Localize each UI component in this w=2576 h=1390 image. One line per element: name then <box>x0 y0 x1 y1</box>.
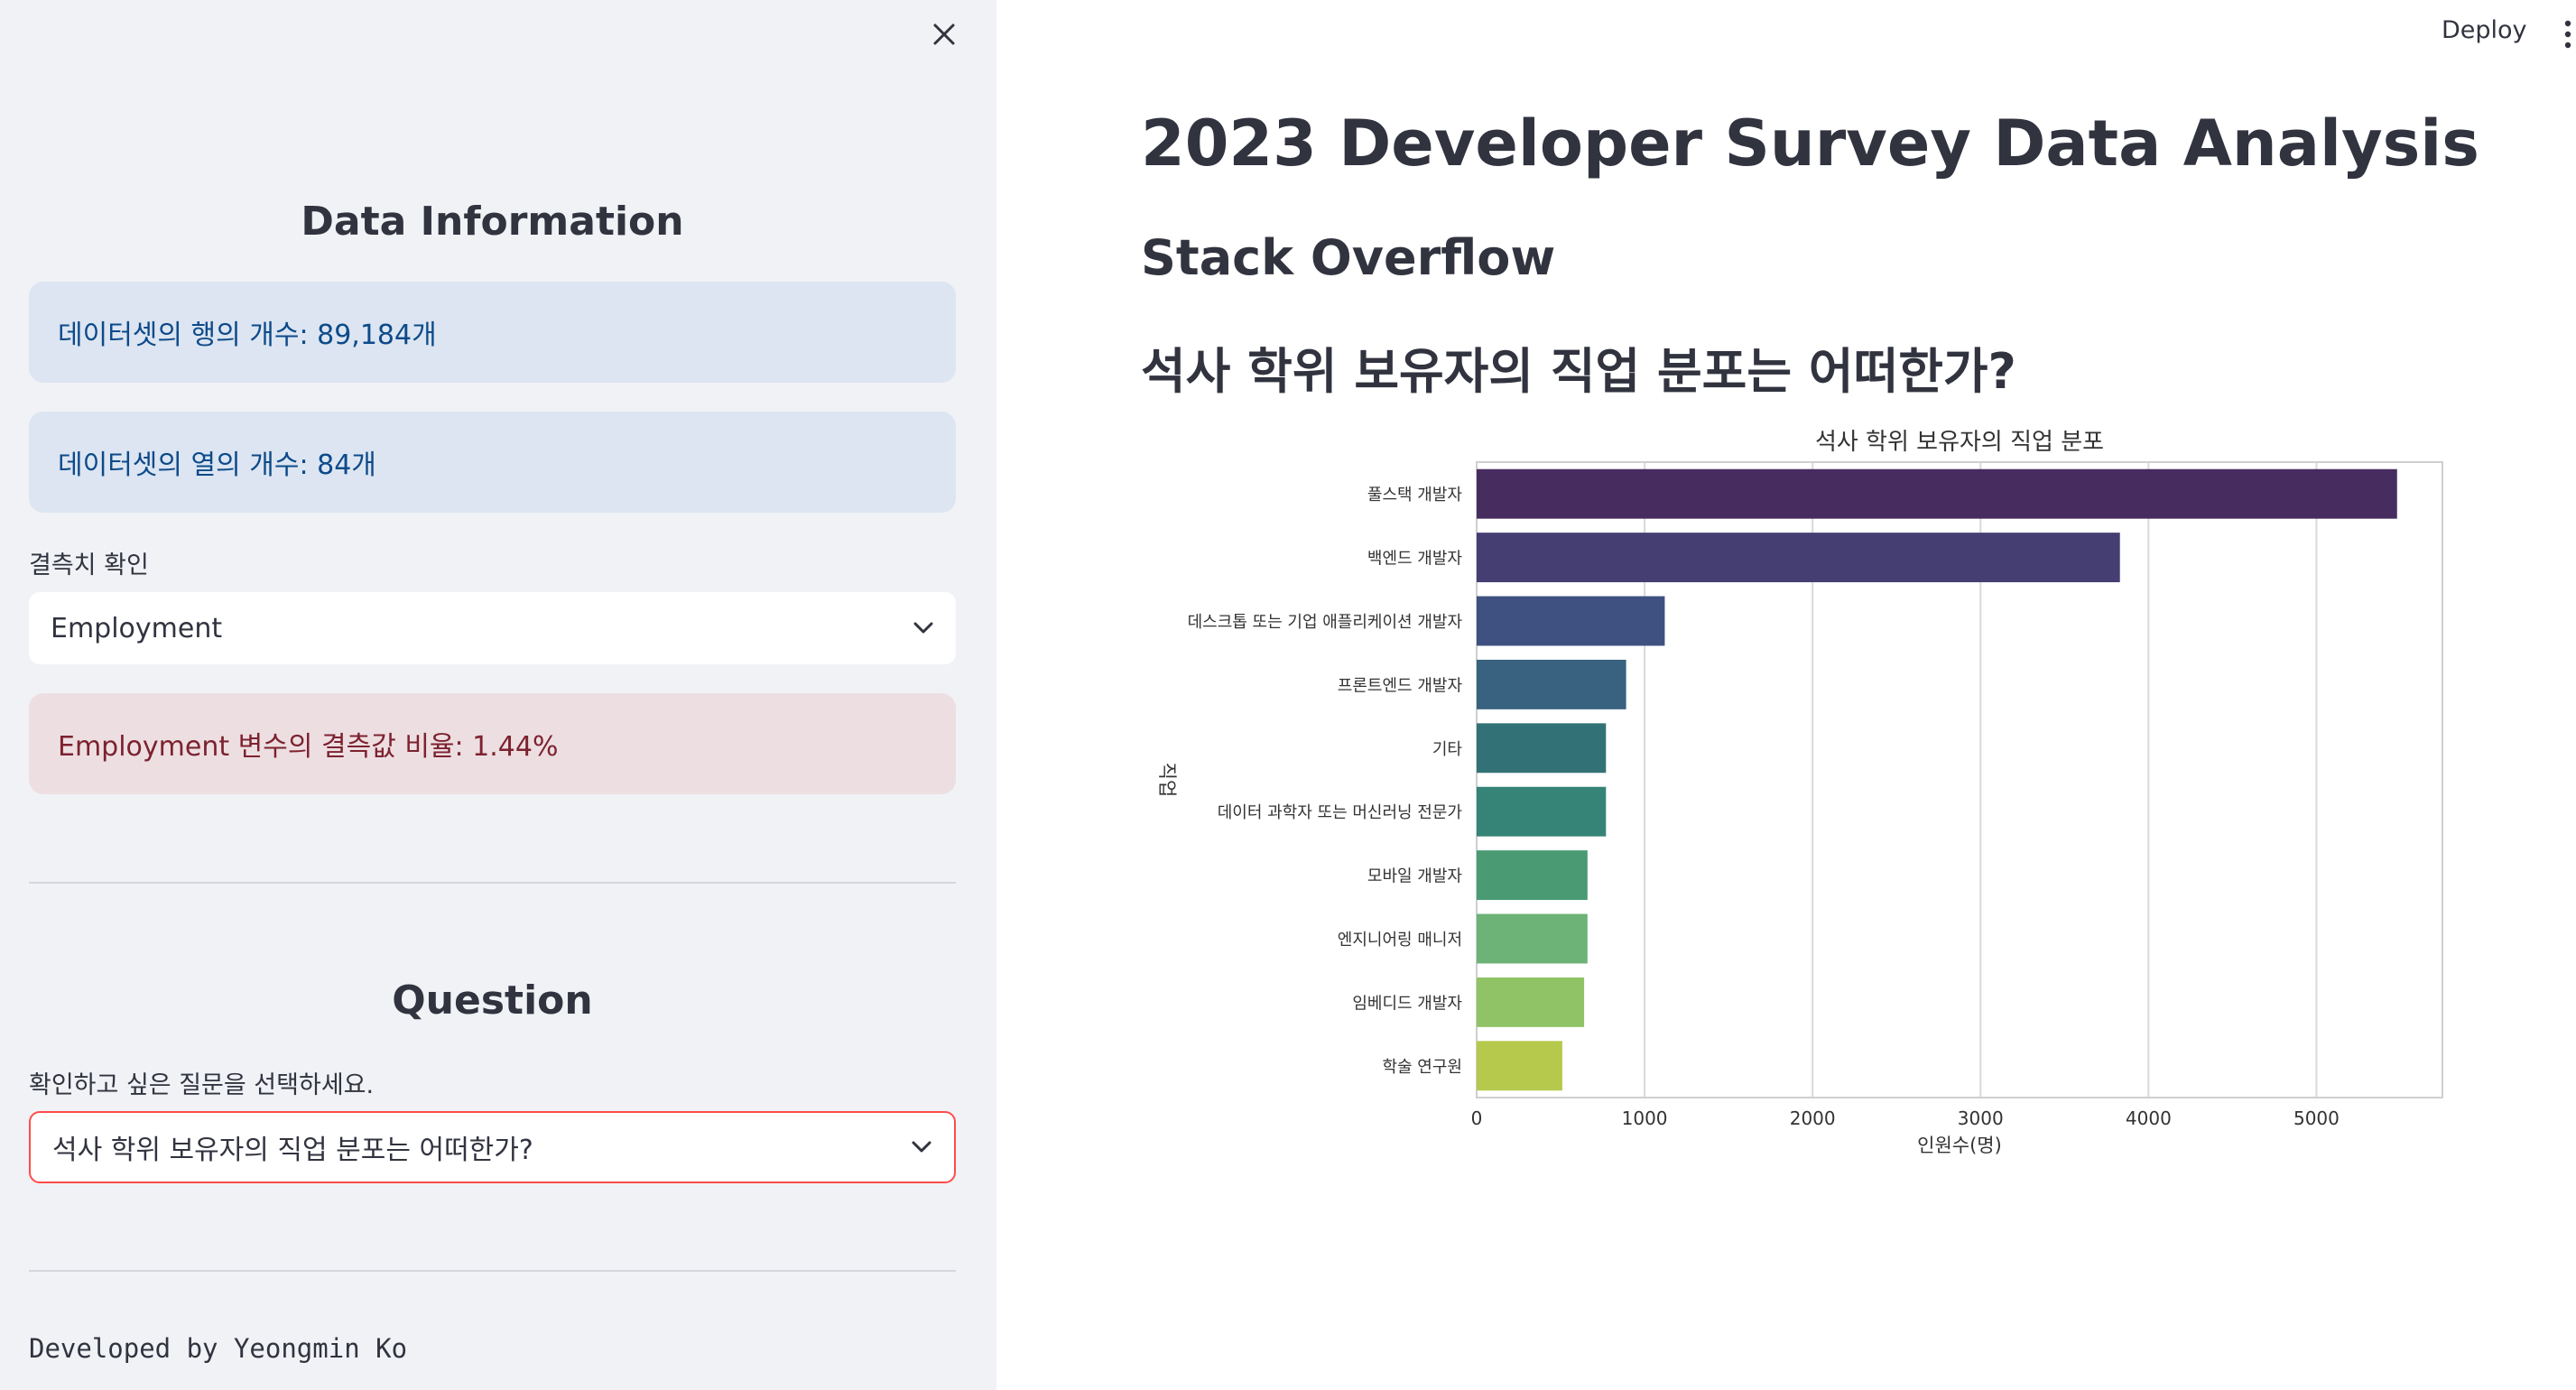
question-select-value: 석사 학위 보유자의 직업 분포는 어떠한가? <box>52 1135 533 1166</box>
question-title: Question <box>392 978 593 1024</box>
developer-credit: Developed by Yeongmin Ko <box>29 1333 408 1364</box>
divider <box>29 882 956 884</box>
y-tick-label: 모바일 개발자 <box>1367 867 1463 886</box>
bar <box>1477 468 2397 519</box>
sidebar: Data Information 데이터셋의 행의 개수: 89,184개 데이… <box>0 0 996 1390</box>
bar <box>1477 1041 1562 1091</box>
bar <box>1477 786 1607 837</box>
x-tick-label: 0 <box>1471 1107 1483 1129</box>
rows-info-box: 데이터셋의 행의 개수: 89,184개 <box>29 282 956 383</box>
missing-label: 결측치 확인 <box>29 551 149 579</box>
rows-info-text: 데이터셋의 행의 개수: 89,184개 <box>58 320 437 351</box>
y-tick-label: 프론트엔드 개발자 <box>1338 676 1463 695</box>
close-sidebar-button[interactable] <box>924 14 964 54</box>
chart-title: 석사 학위 보유자의 직업 분포 <box>1815 429 2104 456</box>
bar-chart: 0 1000 2000 3000 4000 5000 풀스택 개발자백엔드 개발자데스크톱 … <box>1156 429 2443 1156</box>
missing-result-box: Employment 변수의 결측값 비율: 1.44% <box>29 693 956 794</box>
bar <box>1477 659 1626 709</box>
more-vertical-icon <box>2564 20 2571 49</box>
bar <box>1477 533 2120 583</box>
question-label: 확인하고 싶은 질문을 선택하세요. <box>29 1071 375 1099</box>
bar <box>1477 850 1588 901</box>
bar <box>1477 913 1588 964</box>
y-tick-label: 기타 <box>1432 740 1463 759</box>
y-tick-label: 데스크톱 또는 기업 애플리케이션 개발자 <box>1188 613 1463 632</box>
missing-result-text: Employment 변수의 결측값 비율: 1.44% <box>58 731 559 763</box>
y-axis-label: 직업 <box>1156 763 1178 798</box>
question-heading: 석사 학위 보유자의 직업 분포는 어떠한가? <box>1141 343 2016 400</box>
data-info-title: Data Information <box>301 199 684 245</box>
close-icon <box>933 23 955 45</box>
x-tick-label: 2000 <box>1790 1107 1836 1129</box>
bar <box>1477 596 1665 646</box>
y-tick-label: 학술 연구원 <box>1382 1058 1462 1077</box>
y-tick-label: 데이터 과학자 또는 머신러닝 전문가 <box>1218 803 1462 822</box>
x-axis-label: 인원수(명) <box>1917 1135 2002 1156</box>
x-tick-label: 4000 <box>2126 1107 2172 1129</box>
chevron-down-icon <box>912 1141 931 1153</box>
main-menu-button[interactable] <box>2562 16 2574 52</box>
y-tick-label: 임베디드 개발자 <box>1352 994 1462 1013</box>
cols-info-text: 데이터셋의 열의 개수: 84개 <box>58 449 376 481</box>
missing-column-select[interactable]: Employment <box>29 592 956 664</box>
divider <box>29 1270 956 1272</box>
deploy-button[interactable]: Deploy <box>2442 16 2527 44</box>
x-tick-label: 3000 <box>1958 1107 2004 1129</box>
missing-select-value: Employment <box>51 612 223 644</box>
page-subtitle: Stack Overflow <box>1141 229 1556 286</box>
question-select[interactable]: 석사 학위 보유자의 직업 분포는 어떠한가? <box>29 1111 956 1183</box>
x-tick-label: 5000 <box>2293 1107 2340 1129</box>
y-tick-label: 풀스택 개발자 <box>1367 486 1463 505</box>
y-tick-label: 엔지니어링 매니저 <box>1338 931 1462 950</box>
y-tick-label: 백엔드 개발자 <box>1367 550 1463 569</box>
cols-info-box: 데이터셋의 열의 개수: 84개 <box>29 412 956 513</box>
occupation-chart: 0 1000 2000 3000 4000 5000 풀스택 개발자백엔드 개발자데스크톱 … <box>1141 422 2459 1166</box>
x-tick-label: 1000 <box>1622 1107 1668 1129</box>
bar <box>1477 977 1585 1027</box>
chevron-down-icon <box>913 622 933 634</box>
bar <box>1477 723 1607 774</box>
page-title: 2023 Developer Survey Data Analysis <box>1141 107 2479 181</box>
